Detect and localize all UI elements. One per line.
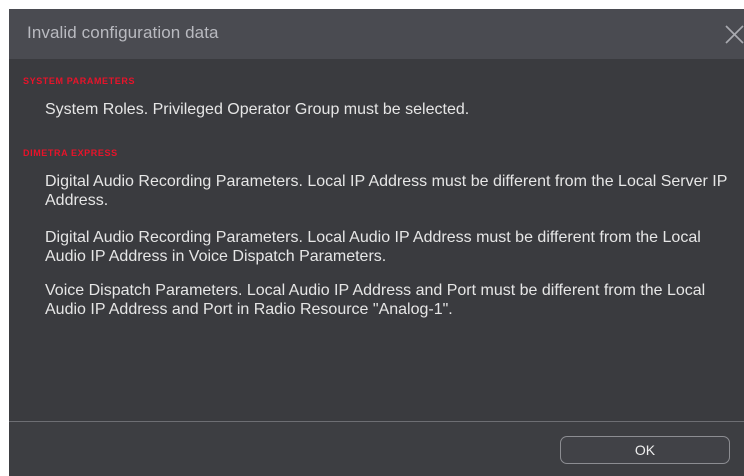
- dialog-titlebar: Invalid configuration data: [9, 9, 744, 59]
- section-title-dimetra-express: DIMETRA EXPRESS: [23, 148, 118, 158]
- section-title-system-parameters: SYSTEM PARAMETERS: [23, 76, 136, 86]
- message-system-roles: System Roles. Privileged Operator Group …: [45, 101, 470, 118]
- dialog-title: Invalid configuration data: [27, 23, 219, 42]
- ok-button[interactable]: OK: [560, 436, 730, 464]
- message-digital-audio-local-ip: Digital Audio Recording Parameters. Loca…: [45, 173, 728, 209]
- message-voice-dispatch-port: Voice Dispatch Parameters. Local Audio I…: [45, 282, 706, 318]
- invalid-configuration-dialog: Invalid configuration data SYSTEM PARAME…: [9, 9, 744, 476]
- dialog-footer: OK: [9, 422, 744, 476]
- message-digital-audio-local-audio-ip: Digital Audio Recording Parameters. Loca…: [45, 229, 701, 265]
- close-icon[interactable]: [720, 19, 744, 49]
